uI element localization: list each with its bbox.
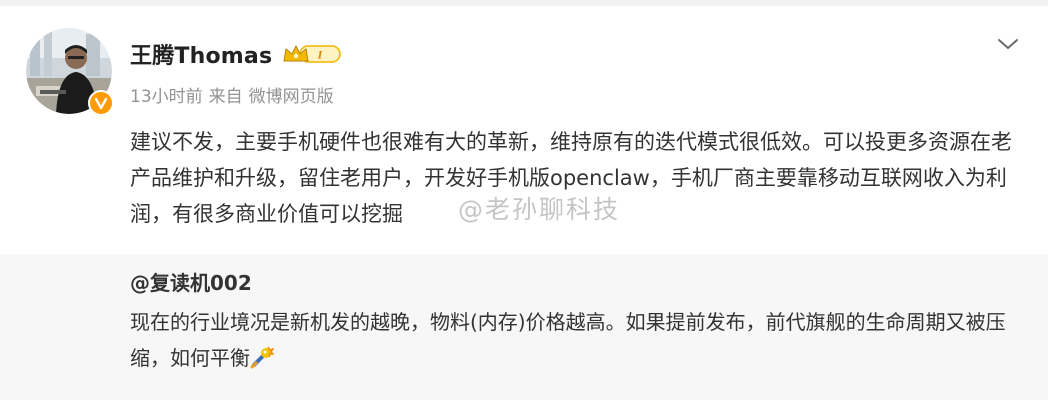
post-body-text: 建议不发，主要手机硬件也很难有大的革新，维持原有的迭代模式很低效。可以投更多资源… [130,130,1012,226]
top-divider [0,0,1048,6]
repost-text: 现在的行业境况是新机发的越晚，物料(内存)价格越高。如果提前发布，前代旗舰的生命… [130,304,1030,376]
verified-badge-icon [88,90,114,116]
author-row: 王腾Thomas I [130,36,342,72]
source-prefix: 来自 [208,87,243,107]
post-meta: 13小时前 来自 微博网页版 [130,82,334,107]
post-source[interactable]: 微博网页版 [249,82,334,107]
repost-author[interactable]: @复读机002 [130,267,252,296]
weibo-post-card: 王腾Thomas I 13小时前 来自 微博网页版 建议不发，主要手机硬件也很难… [0,0,1048,400]
bomb-emoji [250,346,274,369]
avatar[interactable] [26,28,114,116]
author-name[interactable]: 王腾Thomas [130,38,272,70]
post-time[interactable]: 13小时前 [130,82,203,107]
crown-vip-icon[interactable]: I [282,43,342,65]
chevron-down-icon[interactable] [996,34,1020,54]
repost-block[interactable]: @复读机002 现在的行业境况是新机发的越晚，物料(内存)价格越高。如果提前发布… [0,254,1048,400]
